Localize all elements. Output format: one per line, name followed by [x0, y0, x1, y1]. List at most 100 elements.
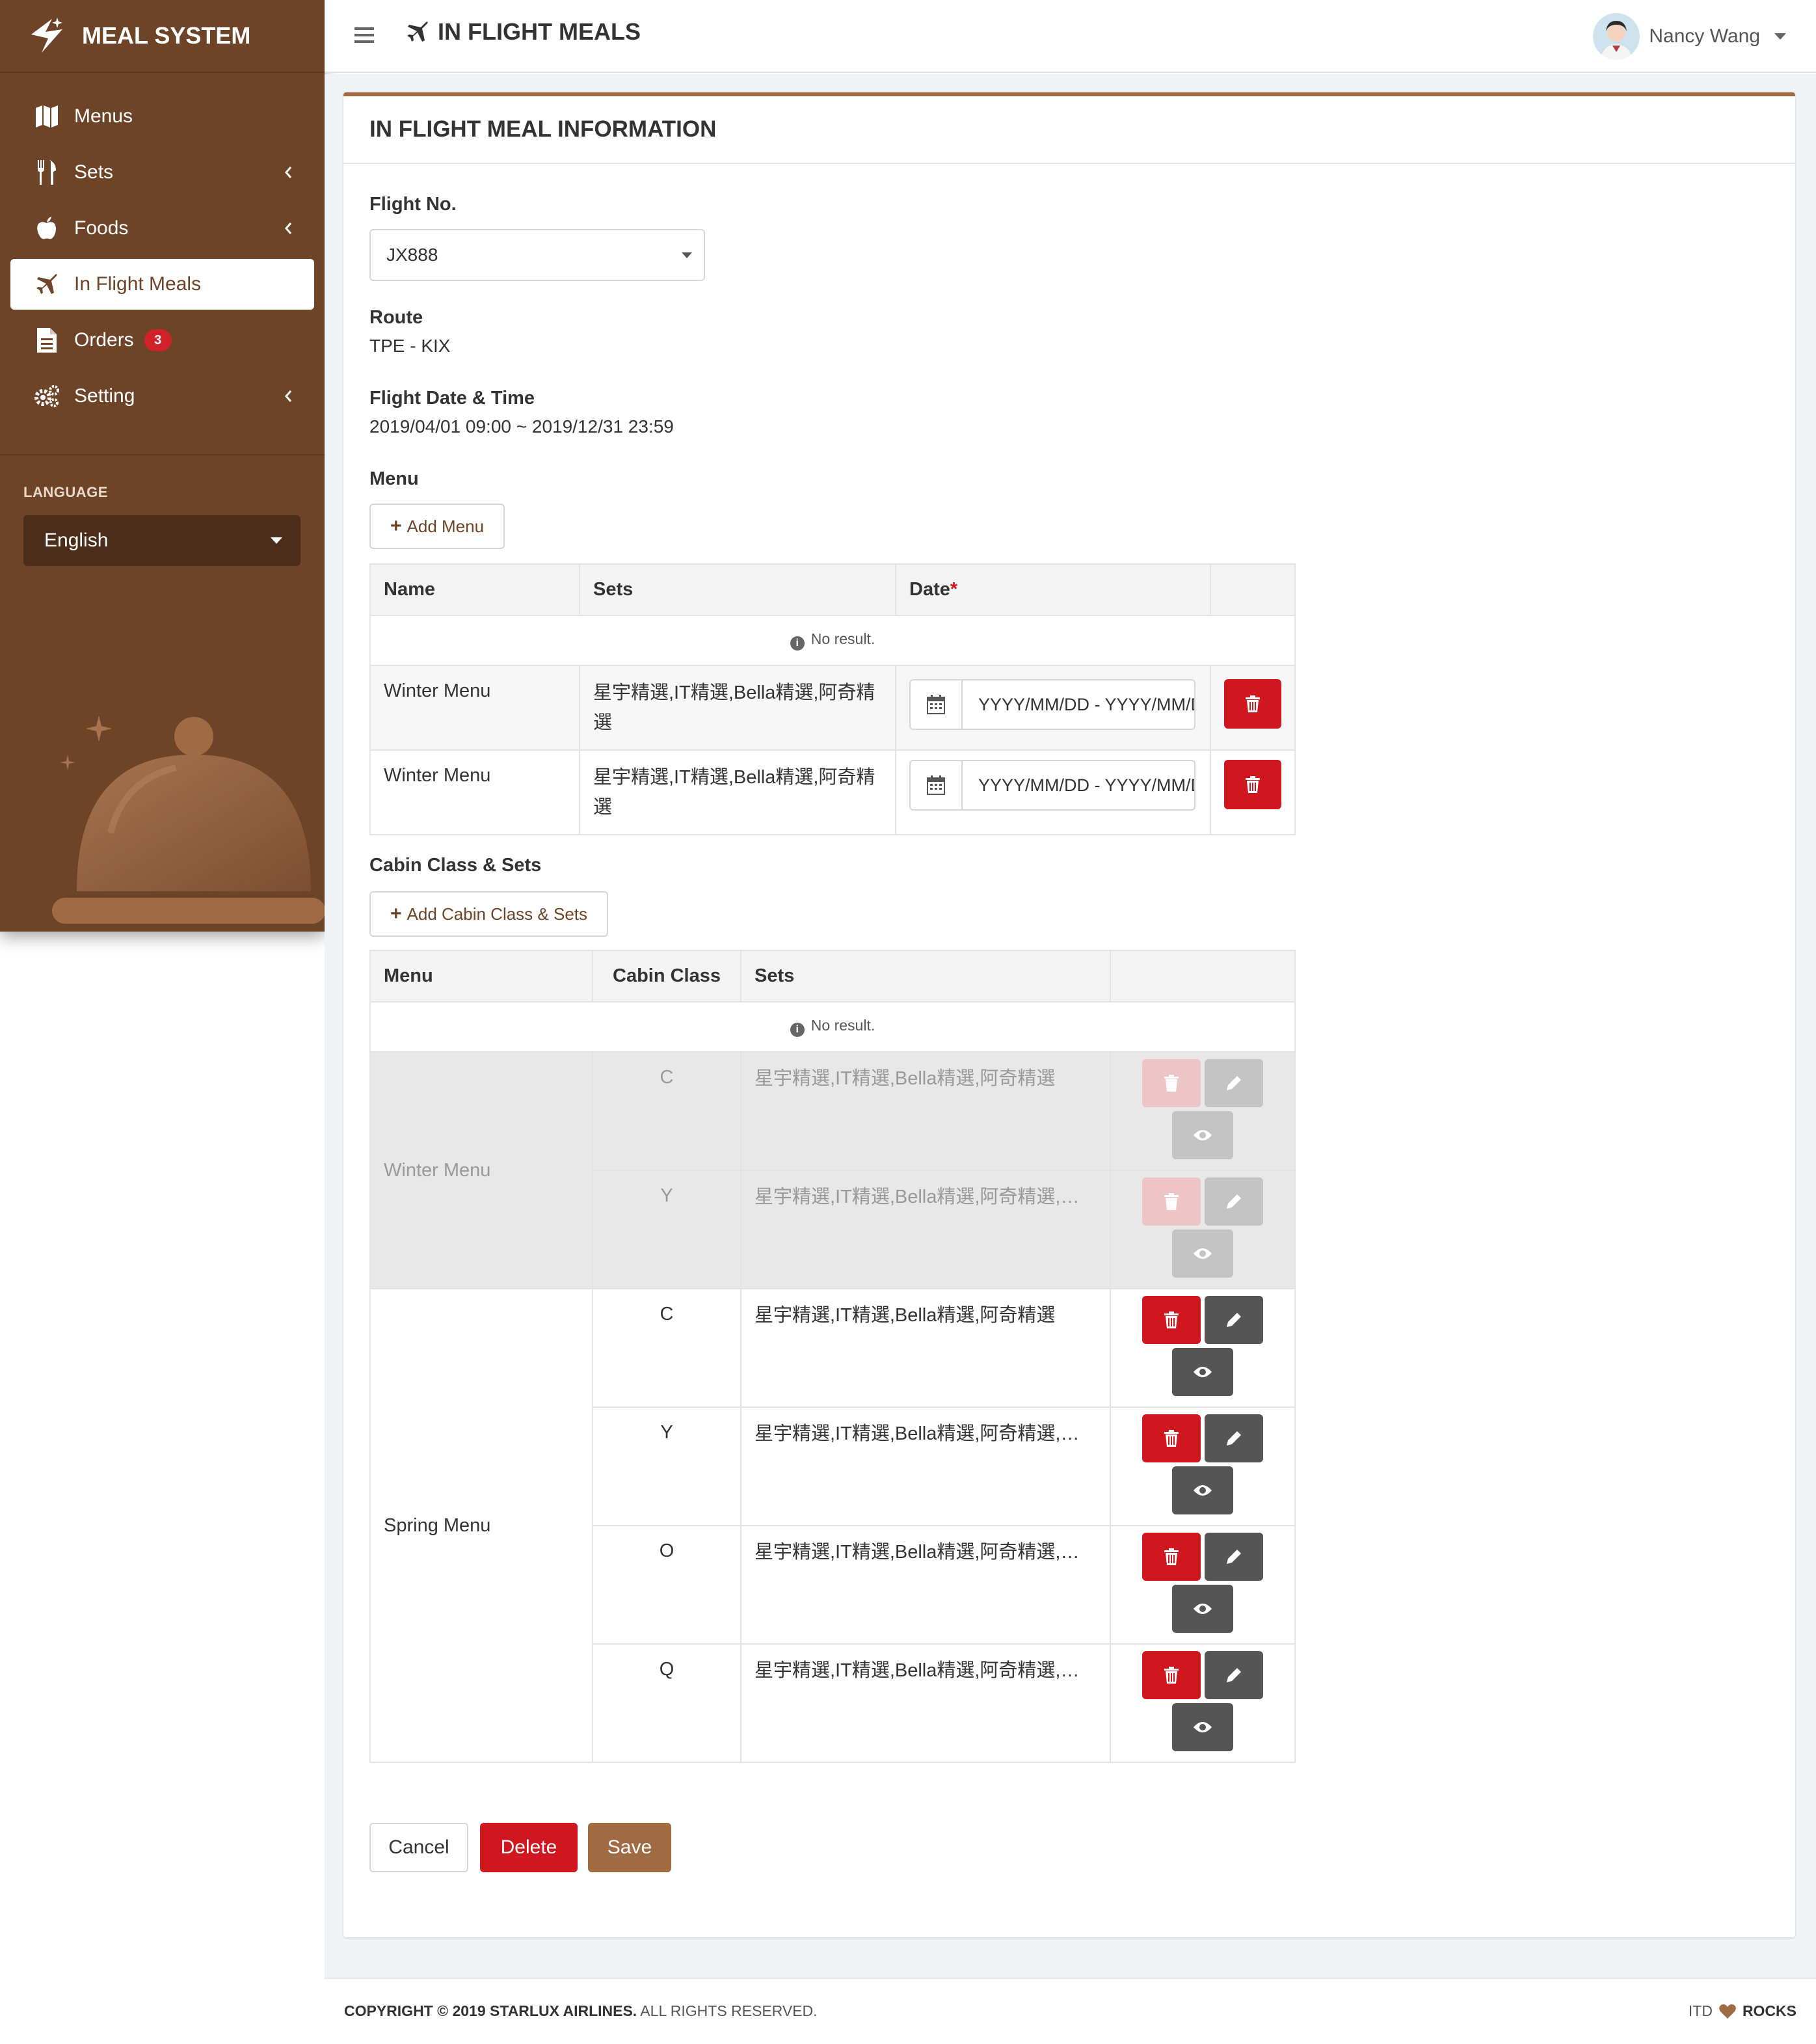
sidebar-item-sets[interactable]: Sets [10, 147, 314, 198]
flight-date-label: Flight Date & Time [369, 388, 535, 409]
sidebar-item-in-flight-meals[interactable]: In Flight Meals [10, 259, 314, 310]
cabin-sets: 星宇精選,IT精選,Bella精選,阿奇精選 [740, 1051, 1111, 1171]
delete-button[interactable]: Delete [480, 1823, 578, 1872]
card-title: IN FLIGHT MEAL INFORMATION [343, 96, 1795, 164]
sidebar-item-orders[interactable]: Orders 3 [10, 315, 314, 366]
chevron-left-icon [280, 386, 296, 406]
route-value: TPE - KIX [369, 336, 451, 356]
add-menu-button[interactable]: + Add Menu [369, 504, 505, 549]
view-button[interactable] [1172, 1703, 1233, 1751]
page-title-text: IN FLIGHT MEALS [438, 18, 641, 45]
pencil-icon [1227, 1194, 1241, 1209]
brand[interactable]: MEAL SYSTEM [0, 0, 325, 73]
sidebar-item-label: Sets [74, 161, 114, 183]
sidebar-item-label: Foods [74, 217, 129, 239]
trash-icon [1164, 1548, 1179, 1565]
delete-menu-button[interactable] [1224, 679, 1281, 729]
edit-button[interactable] [1205, 1533, 1263, 1581]
cabin-class-table: Menu Cabin Class Sets i No result. Winter… [369, 950, 1296, 1763]
delete-button[interactable] [1142, 1533, 1201, 1581]
info-icon: i [790, 636, 805, 651]
chevron-left-icon [280, 219, 296, 238]
header-name: Name [369, 563, 580, 616]
header-menu: Menu [369, 950, 593, 1002]
caret-down-icon [271, 537, 282, 544]
delete-menu-button[interactable] [1224, 760, 1281, 809]
pencil-icon [1227, 1668, 1241, 1682]
menu-sets: 星宇精選,IT精選,Bella精選,阿奇精選 [579, 665, 896, 751]
no-result-text: No result. [810, 630, 875, 647]
date-range-input[interactable]: YYYY/MM/DD - YYYY/MM/DD [909, 679, 1195, 730]
menu-name: Winter Menu [369, 749, 580, 835]
user-menu[interactable]: Nancy Wang [1593, 13, 1786, 60]
actions-cell [1110, 1406, 1296, 1526]
cabin-class: O [592, 1525, 741, 1645]
header-actions [1110, 950, 1296, 1002]
edit-button[interactable] [1205, 1296, 1263, 1344]
trash-icon [1164, 1193, 1179, 1210]
cabin-table-header: Menu Cabin Class Sets [369, 950, 1296, 1002]
delete-button[interactable] [1142, 1177, 1201, 1226]
save-button[interactable]: Save [588, 1823, 671, 1872]
sidebar: MEAL SYSTEM Menus Sets Foods In Flight M… [0, 0, 325, 932]
cabin-class: C [592, 1051, 741, 1171]
cloche-illustration-icon [52, 716, 325, 924]
footer-itd: ITD [1688, 2002, 1713, 2019]
cabin-sets: 星宇精選,IT精選,Bella精選,阿奇精選,阿奇精選 [740, 1525, 1111, 1645]
menu-table: Name Sets Date* i No result. Winter Menu … [369, 563, 1296, 835]
delete-button[interactable] [1142, 1651, 1201, 1699]
heart-icon [1719, 2004, 1736, 2019]
actions-cell [1110, 1525, 1296, 1645]
orders-count-badge: 3 [144, 329, 172, 351]
flight-no-label: Flight No. [369, 194, 457, 215]
cabin-class-label: Cabin Class & Sets [369, 855, 542, 876]
hamburger-menu-icon[interactable] [354, 27, 374, 43]
sidebar-item-setting[interactable]: Setting [10, 371, 314, 422]
delete-button[interactable] [1142, 1296, 1201, 1344]
calendar-icon [911, 680, 963, 729]
pencil-icon [1227, 1431, 1241, 1446]
view-button[interactable] [1172, 1111, 1233, 1159]
menu-label: Menu [369, 468, 419, 489]
eye-icon [1194, 1367, 1212, 1377]
date-range-input[interactable]: YYYY/MM/DD - YYYY/MM/DD [909, 760, 1195, 811]
cabin-class: Y [592, 1406, 741, 1526]
table-row: Spring Menu C 星宇精選,IT精選,Bella精選,阿奇精選 [369, 1288, 1296, 1763]
view-button[interactable] [1172, 1466, 1233, 1514]
header-sets: Sets [579, 563, 896, 616]
edit-button[interactable] [1205, 1059, 1263, 1107]
footer: COPYRIGHT © 2019 STARLUX AIRLINES. ALL R… [325, 1978, 1816, 2044]
sidebar-item-foods[interactable]: Foods [10, 203, 314, 254]
actions-cell [1210, 749, 1296, 835]
page-title: IN FLIGHT MEALS [407, 18, 641, 46]
cabin-class: Q [592, 1643, 741, 1763]
cabin-class: Y [592, 1170, 741, 1289]
cabin-sets: 星宇精選,IT精選,Bella精選,阿奇精選,阿奇精選 [740, 1406, 1111, 1526]
sidebar-item-label: In Flight Meals [74, 273, 202, 295]
avatar [1593, 13, 1640, 60]
language-value: English [44, 530, 109, 551]
add-cabin-class-button[interactable]: + Add Cabin Class & Sets [369, 891, 608, 937]
view-button[interactable] [1172, 1585, 1233, 1633]
delete-button[interactable] [1142, 1059, 1201, 1107]
flight-no-select[interactable]: JX888 [369, 229, 705, 281]
view-button[interactable] [1172, 1348, 1233, 1396]
delete-button[interactable] [1142, 1414, 1201, 1462]
calendar-icon [911, 761, 963, 809]
pencil-icon [1227, 1550, 1241, 1564]
trash-icon [1246, 695, 1260, 712]
trash-icon [1164, 1075, 1179, 1092]
edit-button[interactable] [1205, 1177, 1263, 1226]
language-select[interactable]: English [23, 515, 300, 566]
sidebar-item-menus[interactable]: Menus [10, 91, 314, 142]
date-range-text: YYYY/MM/DD - YYYY/MM/DD [978, 694, 1194, 714]
meal-info-card: IN FLIGHT MEAL INFORMATION Flight No. JX… [343, 92, 1795, 1937]
edit-button[interactable] [1205, 1651, 1263, 1699]
edit-button[interactable] [1205, 1414, 1263, 1462]
utensils-icon [34, 159, 60, 185]
menu-sets: 星宇精選,IT精選,Bella精選,阿奇精選 [579, 749, 896, 835]
view-button[interactable] [1172, 1230, 1233, 1278]
cabin-sets: 星宇精選,IT精選,Bella精選,阿奇精選 [740, 1288, 1111, 1408]
cancel-button[interactable]: Cancel [369, 1823, 468, 1872]
eye-icon [1194, 1722, 1212, 1732]
